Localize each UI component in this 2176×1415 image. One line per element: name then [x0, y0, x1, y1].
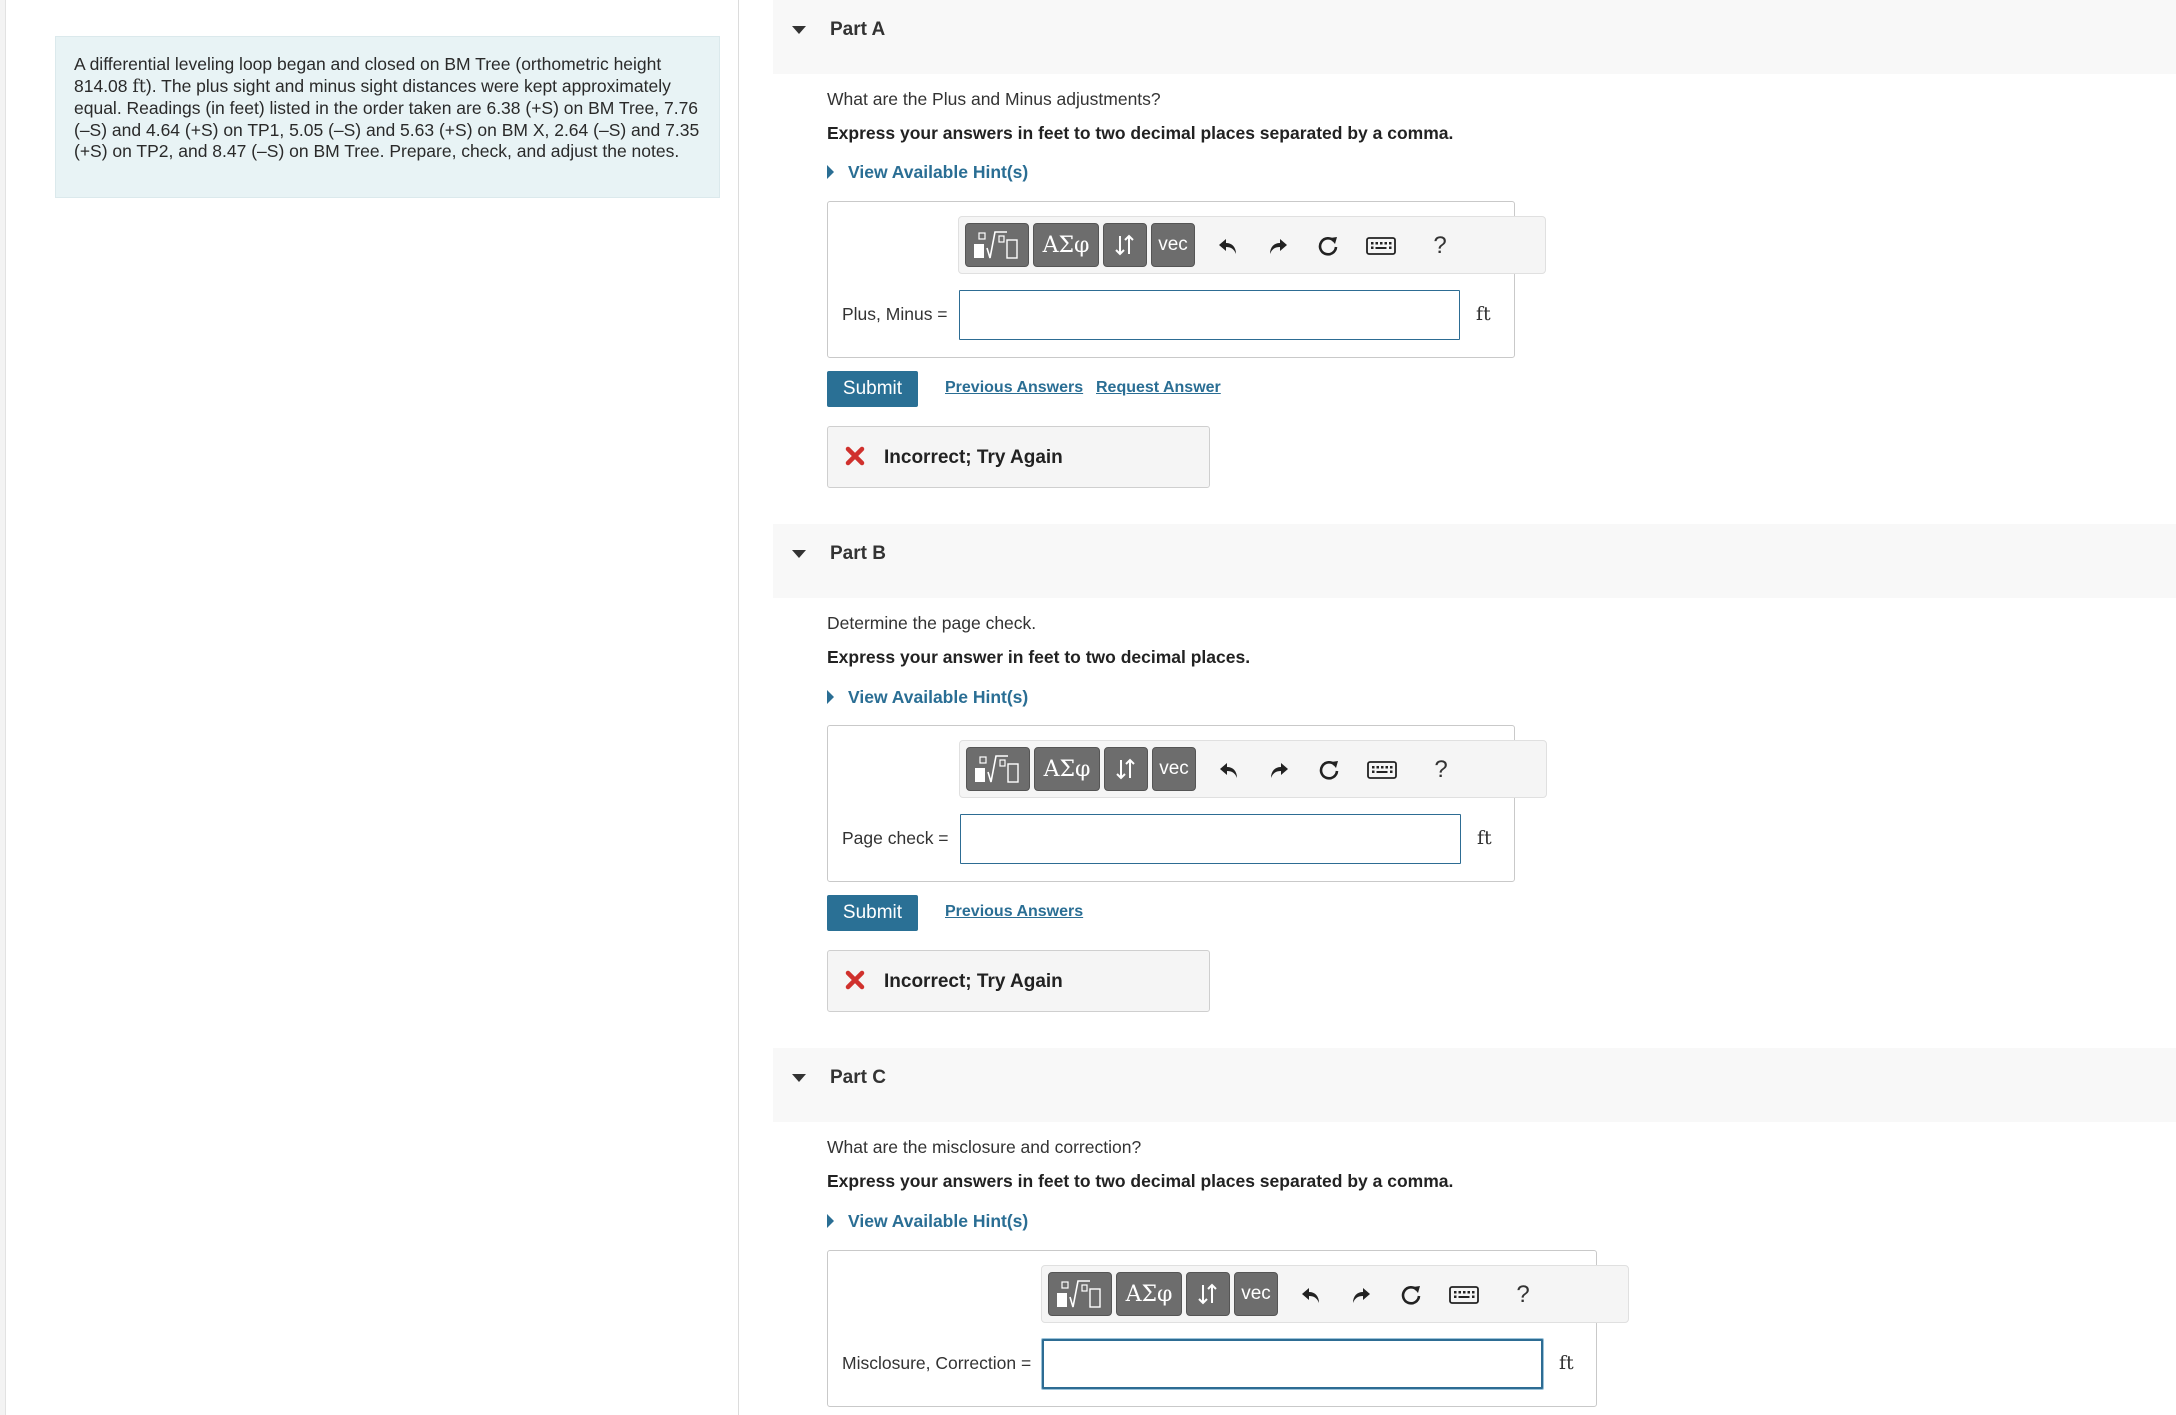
part-c-hint-label: View Available Hint(s)	[848, 1211, 1029, 1231]
part-b-submit-button[interactable]: Submit	[827, 895, 918, 931]
problem-text-2: ). The plus sight and minus sight distan…	[74, 75, 700, 162]
problem-statement: A differential leveling loop began and c…	[55, 36, 720, 198]
collapse-caret-icon[interactable]	[792, 26, 806, 34]
templates-icon	[974, 231, 1018, 259]
part-a-answer-box: ΑΣφ vec ? Plus, Minus = ft	[827, 201, 1546, 358]
part-c-instruction: Express your answers in feet to two deci…	[827, 1171, 1454, 1191]
templates-icon	[1057, 1280, 1101, 1308]
help-icon[interactable]: ?	[1425, 231, 1455, 261]
vector-button[interactable]: vec	[1234, 1272, 1278, 1316]
part-b-feedback: Incorrect; Try Again	[827, 950, 1210, 1012]
help-icon[interactable]: ?	[1426, 755, 1456, 785]
part-a-unit: ft	[1476, 303, 1491, 325]
arrows-button[interactable]	[1104, 747, 1148, 791]
expand-caret-icon	[827, 165, 834, 179]
part-c-field-label: Misclosure, Correction =	[842, 1353, 1032, 1373]
part-a-header[interactable]: Part A	[773, 0, 2176, 74]
page-check-input[interactable]	[960, 814, 1461, 864]
templates-button[interactable]	[965, 223, 1029, 267]
part-b-answer-box: ΑΣφ vec ? Page check = ft	[827, 725, 1547, 882]
column-divider	[738, 0, 739, 1415]
part-a-instruction: Express your answers in feet to two deci…	[827, 123, 1454, 143]
help-icon[interactable]: ?	[1508, 1280, 1538, 1310]
part-b-unit: ft	[1477, 827, 1492, 849]
undo-icon[interactable]	[1214, 755, 1244, 785]
collapse-caret-icon[interactable]	[792, 550, 806, 558]
redo-icon[interactable]	[1263, 231, 1293, 261]
error-x-icon	[845, 446, 865, 466]
keyboard-icon[interactable]	[1364, 755, 1400, 785]
plus-minus-input[interactable]	[959, 290, 1460, 340]
part-a-request-answer-link[interactable]: Request Answer	[1096, 379, 1221, 397]
part-b-field-label: Page check =	[842, 828, 949, 848]
part-b-hint-link[interactable]: View Available Hint(s)	[827, 687, 1028, 708]
keyboard-icon[interactable]	[1446, 1280, 1482, 1310]
part-a-feedback-text: Incorrect; Try Again	[884, 447, 1063, 468]
part-a-previous-answers-link[interactable]: Previous Answers	[945, 379, 1083, 397]
templates-button[interactable]	[1048, 1272, 1112, 1316]
problem-unit: ft	[132, 76, 146, 97]
part-a-submit-button[interactable]: Submit	[827, 371, 918, 407]
part-c-math-toolbar: ΑΣφ vec ?	[1041, 1265, 1629, 1323]
up-down-arrows-icon	[1116, 758, 1135, 780]
error-x-icon	[845, 970, 865, 990]
vector-button[interactable]: vec	[1151, 223, 1195, 267]
greek-symbols-button[interactable]: ΑΣφ	[1116, 1272, 1182, 1316]
part-a-field-label: Plus, Minus =	[842, 304, 948, 324]
part-b-feedback-text: Incorrect; Try Again	[884, 971, 1063, 992]
vector-button[interactable]: vec	[1152, 747, 1196, 791]
part-a-hint-link[interactable]: View Available Hint(s)	[827, 162, 1028, 183]
part-b-instruction: Express your answer in feet to two decim…	[827, 647, 1251, 667]
part-c-question: What are the misclosure and correction?	[827, 1137, 1142, 1157]
templates-button[interactable]	[966, 747, 1030, 791]
part-c-unit: ft	[1559, 1352, 1574, 1374]
reset-icon[interactable]	[1396, 1280, 1426, 1310]
reset-icon[interactable]	[1314, 755, 1344, 785]
part-c-title: Part C	[830, 1067, 886, 1088]
part-a-feedback: Incorrect; Try Again	[827, 426, 1210, 488]
arrows-button[interactable]	[1103, 223, 1147, 267]
part-a-hint-label: View Available Hint(s)	[848, 162, 1029, 182]
undo-icon[interactable]	[1213, 231, 1243, 261]
redo-icon[interactable]	[1264, 755, 1294, 785]
left-edge-strip	[0, 0, 6, 1415]
part-a-question: What are the Plus and Minus adjustments?	[827, 89, 1161, 109]
reset-icon[interactable]	[1313, 231, 1343, 261]
greek-symbols-button[interactable]: ΑΣφ	[1033, 223, 1099, 267]
keyboard-icon[interactable]	[1363, 231, 1399, 261]
part-b-hint-label: View Available Hint(s)	[848, 687, 1029, 707]
part-b-title: Part B	[830, 543, 886, 564]
templates-icon	[975, 755, 1019, 783]
expand-caret-icon	[827, 690, 834, 704]
undo-icon[interactable]	[1296, 1280, 1326, 1310]
expand-caret-icon	[827, 1214, 834, 1228]
up-down-arrows-icon	[1198, 1283, 1217, 1305]
redo-icon[interactable]	[1346, 1280, 1376, 1310]
part-b-previous-answers-link[interactable]: Previous Answers	[945, 903, 1083, 921]
collapse-caret-icon[interactable]	[792, 1074, 806, 1082]
part-b-header[interactable]: Part B	[773, 524, 2176, 598]
part-a-title: Part A	[830, 19, 886, 40]
greek-symbols-button[interactable]: ΑΣφ	[1034, 747, 1100, 791]
part-c-hint-link[interactable]: View Available Hint(s)	[827, 1211, 1028, 1232]
part-b-question: Determine the page check.	[827, 613, 1037, 633]
arrows-button[interactable]	[1186, 1272, 1230, 1316]
part-c-answer-box: ΑΣφ vec ? Misclosure, Correction = ft	[827, 1250, 1629, 1407]
part-b-math-toolbar: ΑΣφ vec ?	[959, 740, 1547, 798]
part-c-header[interactable]: Part C	[773, 1048, 2176, 1122]
up-down-arrows-icon	[1115, 234, 1134, 256]
part-a-math-toolbar: ΑΣφ vec ?	[958, 216, 1546, 274]
misclosure-correction-input[interactable]	[1042, 1339, 1543, 1389]
